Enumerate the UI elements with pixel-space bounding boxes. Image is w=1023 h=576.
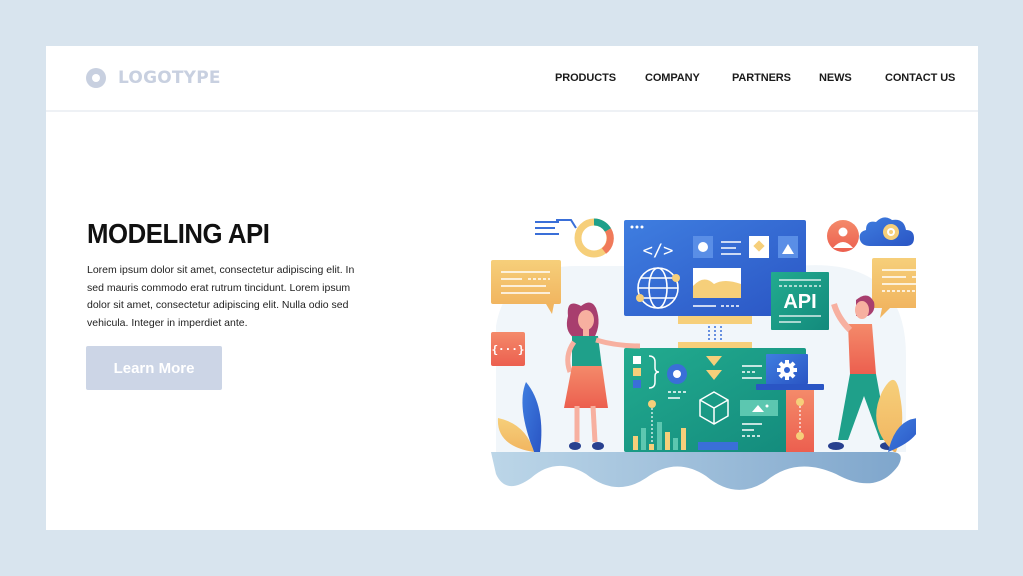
learn-more-button[interactable]: Learn More (86, 346, 222, 390)
logo-text: LOGOTYPE (118, 68, 221, 88)
hero-illustration: {···} </> API (491, 217, 916, 490)
page-title: MODELING API (87, 218, 270, 249)
svg-text:{···}: {···} (491, 343, 524, 356)
ground-wave (491, 452, 901, 490)
nav-contact-us[interactable]: CONTACT US (885, 72, 955, 84)
donut-chart-icon (574, 218, 614, 258)
code-icon: </> (643, 241, 674, 261)
menu-lines-icon (535, 219, 577, 235)
cloud-icon (859, 217, 914, 246)
landing-card: LOGOTYPE PRODUCTS COMPANY PARTNERS NEWS … (46, 46, 978, 530)
logo-circle-icon (86, 68, 106, 88)
nav-partners[interactable]: PARTNERS (732, 72, 791, 84)
header: LOGOTYPE PRODUCTS COMPANY PARTNERS NEWS … (46, 46, 978, 112)
api-panel: API (771, 272, 829, 330)
logo[interactable]: LOGOTYPE (86, 68, 221, 88)
code-braces-badge: {···} (491, 332, 525, 366)
user-avatar-icon (827, 220, 859, 252)
hero-description: Lorem ipsum dolor sit amet, consectetur … (87, 264, 355, 329)
nav-products[interactable]: PRODUCTS (555, 72, 616, 84)
nav-news[interactable]: NEWS (819, 72, 852, 84)
pin-panel (786, 390, 814, 452)
gear-icon (777, 360, 797, 380)
monitor-stand (678, 316, 752, 324)
nav-company[interactable]: COMPANY (645, 72, 700, 84)
api-label: API (783, 291, 816, 313)
